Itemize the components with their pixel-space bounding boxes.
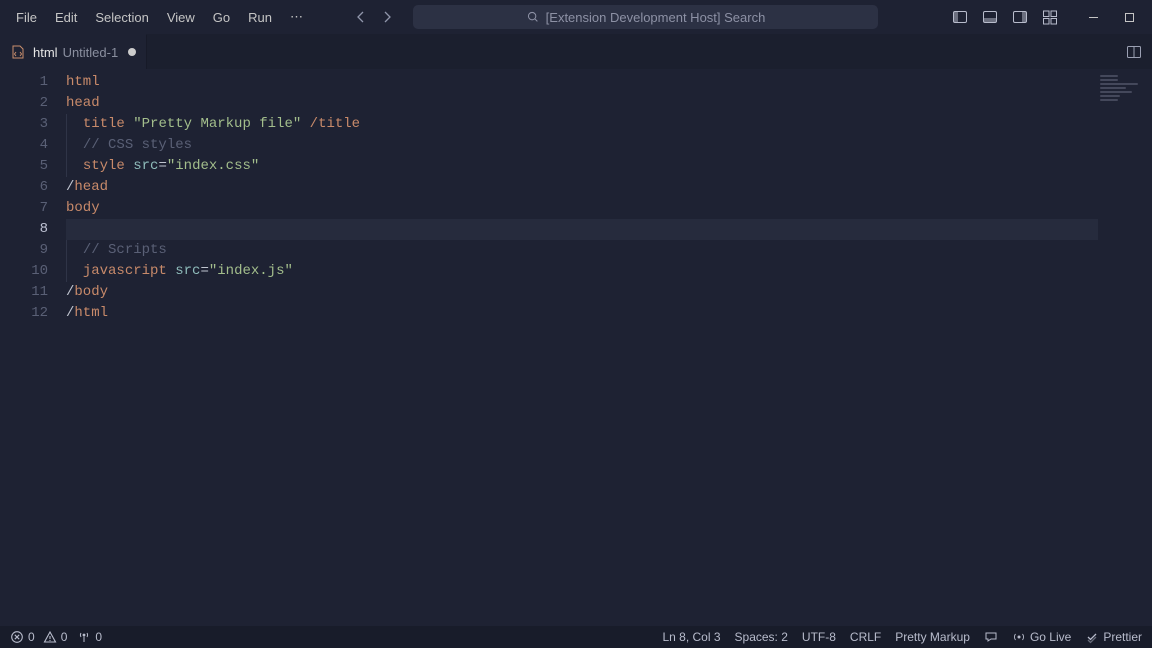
- check-icon: [1085, 630, 1099, 644]
- menu-view[interactable]: View: [159, 6, 203, 29]
- status-eol[interactable]: CRLF: [850, 630, 881, 644]
- radio-tower-icon: [77, 630, 91, 644]
- tab-dirty-indicator-icon: [128, 48, 136, 56]
- tab-bar: html Untitled-1: [0, 34, 1152, 69]
- menu-selection[interactable]: Selection: [87, 6, 156, 29]
- status-encoding[interactable]: UTF-8: [802, 630, 836, 644]
- file-html-icon: [10, 44, 26, 60]
- status-indentation[interactable]: Spaces: 2: [735, 630, 788, 644]
- menu-go[interactable]: Go: [205, 6, 238, 29]
- window-maximize-icon[interactable]: [1114, 5, 1144, 29]
- tab-language: html: [33, 45, 58, 60]
- status-cursor-position[interactable]: Ln 8, Col 3: [662, 630, 720, 644]
- error-icon: [10, 630, 24, 644]
- toggle-secondary-sidebar-icon[interactable]: [1012, 9, 1028, 25]
- code-content[interactable]: htmlhead title "Pretty Markup file" /tit…: [66, 69, 1152, 626]
- layout-controls: [952, 9, 1058, 25]
- status-language-mode[interactable]: Pretty Markup: [895, 630, 970, 644]
- window-minimize-icon[interactable]: [1078, 5, 1108, 29]
- menu-run[interactable]: Run: [240, 6, 280, 29]
- editor-tab[interactable]: html Untitled-1: [0, 34, 147, 69]
- status-go-live[interactable]: Go Live: [1012, 630, 1071, 644]
- menu-overflow-icon[interactable]: ⋯: [282, 5, 311, 29]
- menu-file[interactable]: File: [8, 6, 45, 29]
- status-ports[interactable]: 0: [77, 630, 102, 644]
- editor-area[interactable]: 123456789101112 htmlhead title "Pretty M…: [0, 69, 1152, 626]
- toggle-primary-sidebar-icon[interactable]: [952, 9, 968, 25]
- search-placeholder: [Extension Development Host] Search: [546, 10, 766, 25]
- split-editor-icon[interactable]: [1126, 44, 1142, 60]
- broadcast-icon: [1012, 630, 1026, 644]
- nav-forward-icon[interactable]: [379, 9, 395, 25]
- nav-back-icon[interactable]: [353, 9, 369, 25]
- search-icon: [526, 10, 540, 24]
- customize-layout-icon[interactable]: [1042, 9, 1058, 25]
- status-bar: 0 0 0 Ln 8, Col 3 Spaces: 2 UTF-8 CRLF P…: [0, 626, 1152, 648]
- status-feedback-icon[interactable]: [984, 630, 998, 644]
- status-prettier[interactable]: Prettier: [1085, 630, 1142, 644]
- warning-icon: [43, 630, 57, 644]
- menu-edit[interactable]: Edit: [47, 6, 85, 29]
- status-errors[interactable]: 0 0: [10, 630, 67, 644]
- toggle-panel-icon[interactable]: [982, 9, 998, 25]
- tab-filename: Untitled-1: [63, 45, 119, 60]
- line-number-gutter: 123456789101112: [8, 69, 66, 626]
- title-bar: File Edit Selection View Go Run ⋯ [Exten…: [0, 0, 1152, 34]
- command-center-search[interactable]: [Extension Development Host] Search: [413, 5, 878, 29]
- minimap[interactable]: [1100, 75, 1146, 103]
